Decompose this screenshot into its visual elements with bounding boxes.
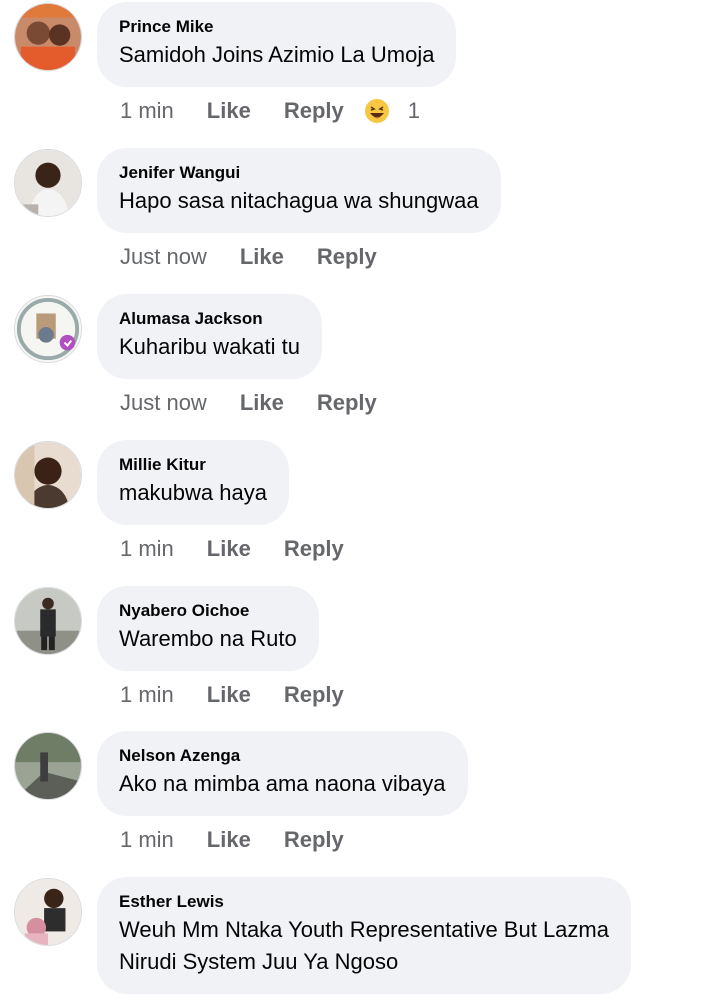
avatar[interactable] (14, 878, 82, 946)
comment-actions: Just now Like Reply (120, 242, 377, 272)
reply-button[interactable]: Reply (284, 98, 344, 124)
comment-actions: 1 min Like Reply (120, 534, 344, 564)
comment-bubble: Millie Kitur makubwa haya (97, 440, 289, 525)
comment-text: Ako na mimba ama naona vibaya (119, 771, 446, 796)
like-button[interactable]: Like (207, 536, 251, 562)
reaction-count: 1 (407, 98, 420, 123)
like-button[interactable]: Like (240, 244, 284, 270)
comment-time[interactable]: 1 min (120, 827, 174, 853)
comment-actions: 1 min Like Reply (120, 680, 344, 710)
comment-bubble: Nelson Azenga Ako na mimba ama naona vib… (97, 731, 468, 816)
comment-bubble: Nyabero Oichoe Warembo na Ruto (97, 586, 319, 671)
comment-author[interactable]: Nyabero Oichoe (119, 601, 297, 621)
comment-author[interactable]: Jenifer Wangui (119, 163, 479, 183)
comment-time[interactable]: 1 min (120, 682, 174, 708)
comment-bubble: Jenifer Wangui Hapo sasa nitachagua wa s… (97, 148, 501, 233)
comment-text: Kuharibu wakati tu (119, 334, 300, 359)
comment-text: Samidoh Joins Azimio La Umoja (119, 42, 435, 67)
reply-button[interactable]: Reply (284, 682, 344, 708)
like-button[interactable]: Like (207, 827, 251, 853)
comment-time[interactable]: 1 min (120, 536, 174, 562)
comment-text-line: Nirudi System Juu Ya Ngoso (119, 949, 399, 974)
comment-actions: Just now Like Reply (120, 388, 377, 418)
avatar[interactable] (14, 149, 82, 217)
comment-author[interactable]: Millie Kitur (119, 455, 267, 475)
reply-button[interactable]: Reply (284, 827, 344, 853)
avatar[interactable] (14, 441, 82, 509)
avatar[interactable] (14, 732, 82, 800)
comment-author[interactable]: Esther Lewis (119, 892, 609, 912)
haha-emoji-icon (364, 99, 389, 123)
comment-author[interactable]: Nelson Azenga (119, 746, 446, 766)
comment-bubble: Prince Mike Samidoh Joins Azimio La Umoj… (97, 2, 457, 87)
avatar[interactable] (14, 295, 82, 363)
comment-author[interactable]: Prince Mike (119, 17, 434, 37)
like-button[interactable]: Like (207, 682, 251, 708)
comment-text-line: Weuh Mm Ntaka Youth Representative But L… (119, 917, 609, 942)
comment-text: Hapo sasa nitachagua wa shungwaa (119, 188, 479, 213)
comment-time[interactable]: Just now (120, 244, 207, 270)
like-button[interactable]: Like (207, 98, 251, 124)
comment-time[interactable]: Just now (120, 390, 207, 416)
reaction-summary[interactable]: 1 (364, 98, 420, 124)
comment-bubble: Alumasa Jackson Kuharibu wakati tu (97, 294, 322, 379)
reply-button[interactable]: Reply (284, 536, 344, 562)
comment-author[interactable]: Alumasa Jackson (119, 309, 300, 329)
comment-time[interactable]: 1 min (120, 98, 174, 124)
comment-actions: 1 min Like Reply 1 (120, 96, 420, 126)
avatar[interactable] (14, 587, 82, 655)
comment-bubble: Esther Lewis Weuh Mm Ntaka Youth Represe… (97, 877, 631, 994)
like-button[interactable]: Like (240, 390, 284, 416)
comment-text: makubwa haya (119, 480, 267, 505)
reply-button[interactable]: Reply (317, 390, 377, 416)
reply-button[interactable]: Reply (317, 244, 377, 270)
comment-actions: 1 min Like Reply (120, 825, 344, 855)
comment-text: Warembo na Ruto (119, 626, 297, 651)
avatar[interactable] (14, 3, 82, 71)
